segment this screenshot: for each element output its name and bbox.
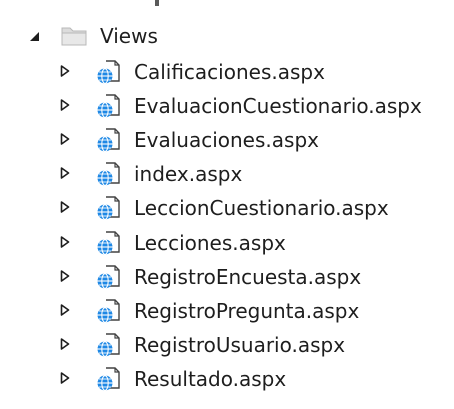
file-row[interactable]: index.aspx bbox=[0, 156, 454, 192]
file-label: Evaluaciones.aspx bbox=[134, 128, 319, 152]
collapsed-triangle-icon[interactable] bbox=[60, 338, 70, 350]
collapsed-triangle-icon[interactable] bbox=[60, 201, 70, 213]
file-row[interactable]: RegistroEncuesta.aspx bbox=[0, 259, 454, 295]
collapsed-triangle-icon[interactable] bbox=[60, 304, 70, 316]
aspx-web-file-icon bbox=[96, 332, 122, 358]
aspx-web-file-icon bbox=[96, 59, 122, 85]
file-row[interactable]: Calificaciones.aspx bbox=[0, 54, 454, 90]
file-row[interactable]: Lecciones.aspx bbox=[0, 225, 454, 261]
folder-label: Views bbox=[100, 24, 158, 48]
collapsed-triangle-icon[interactable] bbox=[60, 99, 70, 111]
file-row[interactable]: RegistroUsuario.aspx bbox=[0, 327, 454, 363]
collapsed-triangle-icon[interactable] bbox=[60, 133, 70, 145]
file-label: Calificaciones.aspx bbox=[134, 60, 325, 84]
file-label: Lecciones.aspx bbox=[134, 231, 286, 255]
aspx-web-file-icon bbox=[96, 264, 122, 290]
aspx-web-file-icon bbox=[96, 230, 122, 256]
file-label: LeccionCuestionario.aspx bbox=[134, 196, 389, 220]
collapsed-triangle-icon[interactable] bbox=[60, 167, 70, 179]
aspx-web-file-icon bbox=[96, 127, 122, 153]
aspx-web-file-icon bbox=[96, 161, 122, 187]
file-row[interactable]: Evaluaciones.aspx bbox=[0, 122, 454, 158]
file-row[interactable]: Resultado.aspx bbox=[0, 361, 454, 397]
aspx-web-file-icon bbox=[96, 195, 122, 221]
file-label: Resultado.aspx bbox=[134, 367, 287, 391]
partial-item-above bbox=[155, 0, 159, 6]
expanded-triangle-icon[interactable] bbox=[28, 30, 40, 42]
aspx-web-file-icon bbox=[96, 93, 122, 119]
aspx-web-file-icon bbox=[96, 366, 122, 392]
file-label: index.aspx bbox=[134, 162, 243, 186]
file-label: EvaluacionCuestionario.aspx bbox=[134, 94, 422, 118]
collapsed-triangle-icon[interactable] bbox=[60, 372, 70, 384]
file-row[interactable]: RegistroPregunta.aspx bbox=[0, 293, 454, 329]
folder-icon bbox=[60, 24, 88, 48]
aspx-web-file-icon bbox=[96, 298, 122, 324]
collapsed-triangle-icon[interactable] bbox=[60, 236, 70, 248]
file-label: RegistroPregunta.aspx bbox=[134, 299, 360, 323]
collapsed-triangle-icon[interactable] bbox=[60, 270, 70, 282]
solution-explorer-tree: Views Calificaciones.aspx EvaluacionCuest… bbox=[0, 0, 454, 409]
file-row[interactable]: LeccionCuestionario.aspx bbox=[0, 190, 454, 226]
folder-row-views[interactable]: Views bbox=[0, 18, 454, 54]
file-label: RegistroEncuesta.aspx bbox=[134, 265, 362, 289]
file-row[interactable]: EvaluacionCuestionario.aspx bbox=[0, 88, 454, 124]
collapsed-triangle-icon[interactable] bbox=[60, 65, 70, 77]
file-label: RegistroUsuario.aspx bbox=[134, 333, 346, 357]
